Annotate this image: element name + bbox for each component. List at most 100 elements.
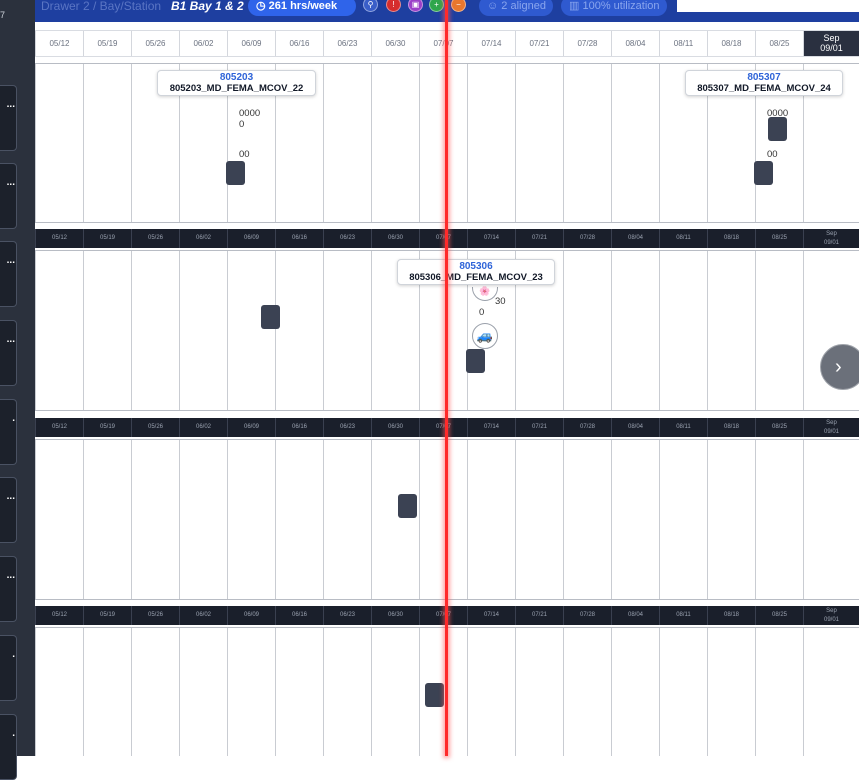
grid-line — [563, 251, 564, 410]
search-box[interactable] — [677, 0, 859, 12]
job-card[interactable]: 805203 805203_MD_FEMA_MCOV_22 — [157, 70, 316, 96]
week-column-header: 07/07 — [419, 418, 467, 437]
grid-line — [707, 251, 708, 410]
week-column-header: 05/26 — [131, 418, 179, 437]
grid-line — [803, 628, 804, 756]
grid-line — [755, 628, 756, 756]
grid-line — [611, 251, 612, 410]
job-card[interactable]: 805306 805306_MD_FEMA_MCOV_23 — [397, 259, 555, 285]
grid-line — [323, 628, 324, 756]
aligned-badge[interactable]: ☺ 2 aligned — [479, 0, 553, 16]
week-column-header: 07/28 — [563, 31, 611, 56]
bar-chart-icon: ▥ — [569, 0, 580, 12]
week-column-header: 08/04 — [611, 606, 659, 625]
week-column-header: 07/14 — [467, 418, 515, 437]
more-icon[interactable]: . — [12, 414, 15, 424]
job-label: 0 — [479, 307, 485, 318]
week-column-header: 06/30 — [371, 418, 419, 437]
grid-line — [323, 251, 324, 410]
sidebar-item[interactable]: . — [0, 399, 17, 465]
sidebar-item[interactable]: ... — [0, 241, 17, 307]
week-column-header: 06/16 — [275, 606, 323, 625]
more-icon[interactable]: ... — [7, 335, 15, 345]
grid-line — [227, 628, 228, 756]
more-icon[interactable]: ... — [7, 178, 15, 188]
alert-icon[interactable]: ! — [386, 0, 401, 12]
job-block[interactable] — [398, 494, 417, 518]
job-block[interactable] — [425, 683, 444, 707]
more-icon[interactable]: ... — [7, 571, 15, 581]
grid-line — [515, 440, 516, 599]
week-column-header: 06/30 — [371, 229, 419, 248]
job-block[interactable] — [261, 305, 280, 329]
grid-line — [467, 64, 468, 222]
grid-line — [83, 64, 84, 222]
week-column-header: 08/25 — [755, 31, 803, 56]
hours-value: 261 hrs/week — [268, 0, 338, 12]
sidebar-item[interactable]: . — [0, 635, 17, 701]
car-icon[interactable]: 🚙 — [472, 323, 498, 349]
week-column-header: 07/21 — [515, 606, 563, 625]
job-block[interactable] — [768, 117, 787, 141]
week-column-header: 08/04 — [611, 229, 659, 248]
minus-icon[interactable]: − — [451, 0, 466, 12]
utilization-badge[interactable]: ▥ 100% utilization — [561, 0, 667, 16]
plus-icon[interactable]: + — [429, 0, 444, 12]
grid-line — [563, 440, 564, 599]
grid-line — [83, 440, 84, 599]
week-column-header: 06/23 — [323, 418, 371, 437]
week-column-header: 06/09 — [227, 229, 275, 248]
job-card[interactable]: 805307 805307_MD_FEMA_MCOV_24 — [685, 70, 843, 96]
week-column-header: 06/23 — [323, 606, 371, 625]
week-column-header: 08/25 — [755, 418, 803, 437]
more-icon[interactable]: ... — [7, 256, 15, 266]
job-name: 805306_MD_FEMA_MCOV_23 — [409, 272, 543, 283]
sidebar-item[interactable]: ... — [0, 320, 17, 386]
month-label: Sep — [826, 420, 837, 426]
sidebar-item[interactable]: ... — [0, 85, 17, 151]
week-column-header: 06/09 — [227, 31, 275, 56]
grid-line — [131, 628, 132, 756]
sidebar-item[interactable]: . — [0, 714, 17, 780]
day-label: 09/01 — [823, 240, 839, 246]
month-label: Sep — [823, 33, 840, 43]
grid-line — [83, 251, 84, 410]
week-column-header: 08/04 — [611, 31, 659, 56]
grid-line — [659, 64, 660, 222]
week-column-header: 05/19 — [83, 418, 131, 437]
job-block[interactable] — [754, 161, 773, 185]
sidebar-item[interactable]: ... — [0, 163, 17, 229]
week-column-header: 07/28 — [563, 229, 611, 248]
grid-line — [803, 251, 804, 410]
week-column-header: 07/21 — [515, 418, 563, 437]
grid-line — [35, 64, 36, 222]
more-icon[interactable]: . — [12, 729, 15, 739]
grid-line — [323, 440, 324, 599]
job-block[interactable] — [226, 161, 245, 185]
grid-line — [131, 440, 132, 599]
week-column-header: 07/07 — [419, 31, 467, 56]
location-breadcrumb: Drawer 2 / Bay/Station — [41, 0, 162, 13]
grid-line — [419, 64, 420, 222]
week-column-header: 06/02 — [179, 31, 227, 56]
link-icon[interactable]: ⚲ — [363, 0, 378, 12]
week-column-header: 07/21 — [515, 229, 563, 248]
sidebar-item[interactable]: ... — [0, 477, 17, 543]
week-column-header: 07/28 — [563, 418, 611, 437]
next-button[interactable]: › — [820, 344, 859, 390]
grid-line — [515, 64, 516, 222]
hours-badge[interactable]: ◷ 261 hrs/week — [248, 0, 356, 16]
grid-line — [659, 251, 660, 410]
week-column-header: 06/30 — [371, 606, 419, 625]
aligned-value: 2 aligned — [501, 0, 546, 12]
grid-line — [707, 628, 708, 756]
month-header-sep: Sep 09/01 — [803, 418, 859, 437]
week-column-header: 05/12 — [35, 229, 83, 248]
job-block[interactable] — [466, 349, 485, 373]
more-icon[interactable]: ... — [7, 492, 15, 502]
sidebar-item[interactable]: ... — [0, 556, 17, 622]
more-icon[interactable]: . — [12, 650, 15, 660]
more-icon[interactable]: ... — [7, 100, 15, 110]
week-column-header: 07/28 — [563, 606, 611, 625]
lock-icon[interactable]: ▣ — [408, 0, 423, 12]
